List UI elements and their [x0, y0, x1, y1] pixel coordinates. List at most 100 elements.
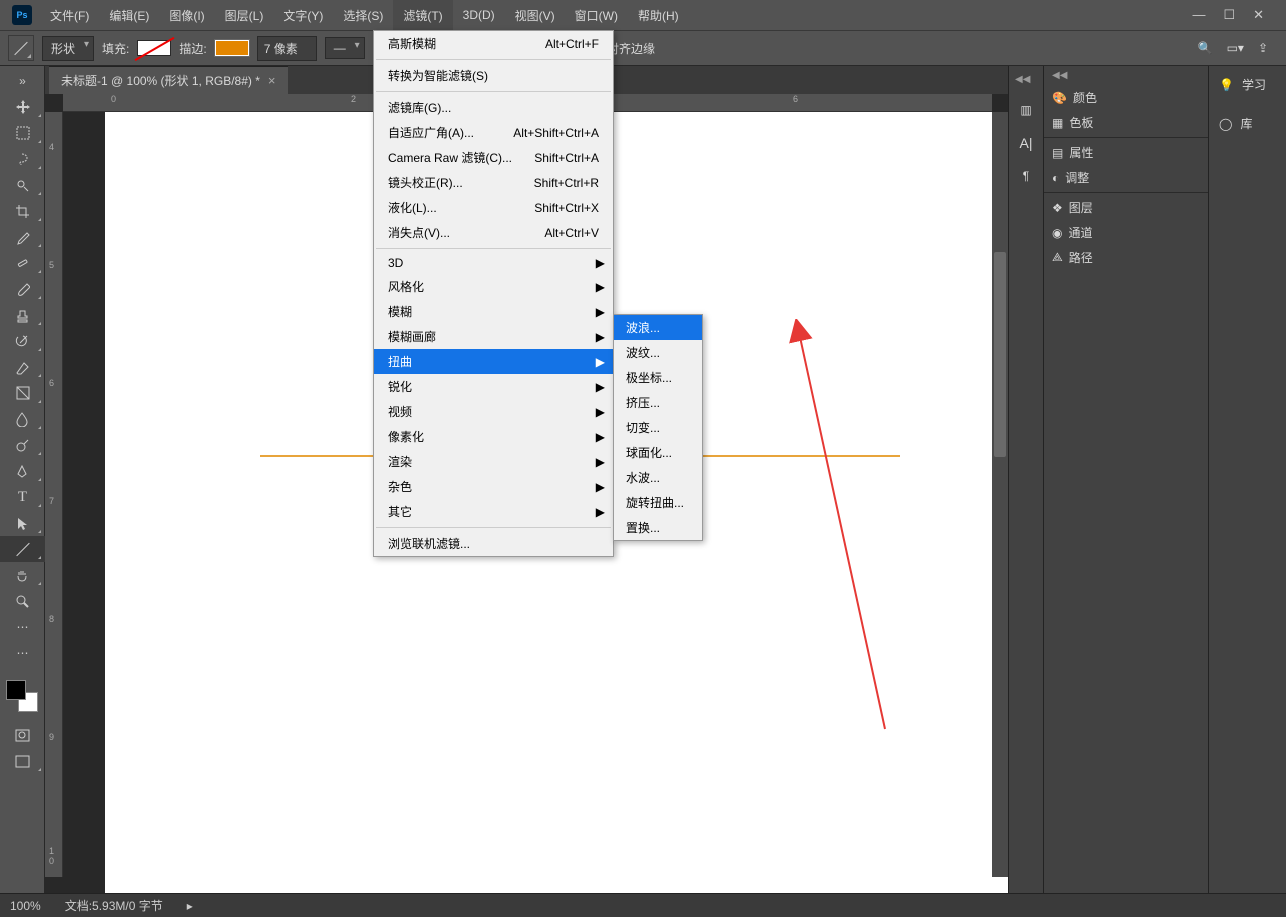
foreground-color[interactable] [6, 680, 26, 700]
brush-tool[interactable] [0, 276, 45, 302]
menu-help[interactable]: 帮助(H) [628, 0, 689, 30]
menu-3d[interactable]: 3D▶ [374, 252, 613, 274]
submenu-shear[interactable]: 切变... [614, 415, 702, 440]
paragraph-panel-icon[interactable]: ¶ [1023, 169, 1029, 183]
panel-paths[interactable]: ⟁路径 [1044, 245, 1208, 270]
menu-vanishing-point[interactable]: 消失点(V)...Alt+Ctrl+V [374, 220, 613, 245]
panel-learn[interactable]: 💡学习 [1209, 70, 1286, 99]
maximize-button[interactable]: ☐ [1223, 7, 1235, 23]
menu-type[interactable]: 文字(Y) [273, 0, 333, 30]
line-tool[interactable] [0, 536, 45, 562]
pen-tool[interactable] [0, 458, 45, 484]
submenu-ripple[interactable]: 波纹... [614, 340, 702, 365]
gradient-tool[interactable] [0, 380, 45, 406]
minimize-button[interactable]: — [1192, 7, 1205, 23]
tool-mode-select[interactable]: 形状 [42, 36, 94, 61]
panel-libraries[interactable]: ◯库 [1209, 109, 1286, 138]
menu-image[interactable]: 图像(I) [159, 0, 214, 30]
edit-toolbar-icon[interactable]: ⋯ [0, 640, 45, 666]
menu-convert-smart[interactable]: 转换为智能滤镜(S) [374, 63, 613, 88]
menu-render[interactable]: 渲染▶ [374, 449, 613, 474]
scrollbar-thumb[interactable] [994, 252, 1006, 457]
menu-video[interactable]: 视频▶ [374, 399, 613, 424]
menu-adaptive-wide[interactable]: 自适应广角(A)...Alt+Shift+Ctrl+A [374, 120, 613, 145]
menu-sharpen[interactable]: 锐化▶ [374, 374, 613, 399]
dodge-tool[interactable] [0, 432, 45, 458]
path-select-tool[interactable] [0, 510, 45, 536]
fill-swatch[interactable] [137, 40, 171, 56]
menu-noise[interactable]: 杂色▶ [374, 474, 613, 499]
frame-icon[interactable]: ▭▾ [1227, 41, 1244, 55]
eraser-tool[interactable] [0, 354, 45, 380]
character-panel-icon[interactable]: A| [1020, 135, 1033, 151]
collapse-icon[interactable]: ◀◀ [1044, 66, 1208, 85]
search-icon[interactable]: 🔍 [1198, 41, 1213, 55]
menu-window[interactable]: 窗口(W) [565, 0, 628, 30]
panel-properties[interactable]: ▤属性 [1044, 140, 1208, 165]
menu-browse-online[interactable]: 浏览联机滤镜... [374, 531, 613, 556]
eyedropper-tool[interactable] [0, 224, 45, 250]
zoom-level[interactable]: 100% [10, 899, 41, 913]
crop-tool[interactable] [0, 198, 45, 224]
submenu-pinch[interactable]: 挤压... [614, 390, 702, 415]
expand-tools-icon[interactable]: » [0, 68, 45, 94]
submenu-twirl[interactable]: 旋转扭曲... [614, 490, 702, 515]
submenu-wave[interactable]: 波浪... [614, 315, 702, 340]
quick-select-tool[interactable] [0, 172, 45, 198]
blur-tool[interactable] [0, 406, 45, 432]
submenu-displace[interactable]: 置换... [614, 515, 702, 540]
menu-lens-correction[interactable]: 镜头校正(R)...Shift+Ctrl+R [374, 170, 613, 195]
panel-adjustments[interactable]: ◐调整 [1044, 165, 1208, 190]
submenu-zigzag[interactable]: 水波... [614, 465, 702, 490]
menu-distort[interactable]: 扭曲▶ [374, 349, 613, 374]
stroke-swatch[interactable] [215, 40, 249, 56]
stroke-style-select[interactable]: — [325, 37, 365, 59]
menu-view[interactable]: 视图(V) [505, 0, 565, 30]
share-icon[interactable]: ⇪ [1258, 41, 1268, 55]
panel-icon[interactable]: ▥ [1020, 103, 1031, 117]
type-tool[interactable]: T [0, 484, 45, 510]
menu-filter-gallery[interactable]: 滤镜库(G)... [374, 95, 613, 120]
marquee-tool[interactable] [0, 120, 45, 146]
color-swatches[interactable] [6, 680, 38, 712]
submenu-polar[interactable]: 极坐标... [614, 365, 702, 390]
collapse-icon[interactable]: ◀◀ [1009, 74, 1030, 85]
menu-edit[interactable]: 编辑(E) [99, 0, 159, 30]
document-tab[interactable]: 未标题-1 @ 100% (形状 1, RGB/8#) * × [49, 66, 288, 94]
stroke-width-input[interactable]: 7 像素 [257, 36, 317, 61]
quickmask-icon[interactable] [0, 722, 45, 748]
scrollbar-vertical[interactable] [992, 112, 1008, 877]
history-brush-tool[interactable] [0, 328, 45, 354]
menu-stylize[interactable]: 风格化▶ [374, 274, 613, 299]
move-tool[interactable] [0, 94, 45, 120]
menu-blur-gallery[interactable]: 模糊画廊▶ [374, 324, 613, 349]
lasso-tool[interactable] [0, 146, 45, 172]
status-dropdown-icon[interactable]: ▸ [187, 899, 193, 913]
stamp-tool[interactable] [0, 302, 45, 328]
close-tab-icon[interactable]: × [268, 73, 276, 88]
menu-3d[interactable]: 3D(D) [453, 0, 505, 30]
panel-swatches[interactable]: ▦色板 [1044, 110, 1208, 135]
screenmode-icon[interactable] [0, 748, 45, 774]
tools-more-icon[interactable]: ⋯ [0, 614, 45, 640]
menu-liquify[interactable]: 液化(L)...Shift+Ctrl+X [374, 195, 613, 220]
ruler-vertical[interactable]: 4 5 6 7 8 9 1 0 [45, 112, 63, 877]
submenu-spherize[interactable]: 球面化... [614, 440, 702, 465]
doc-info[interactable]: 文档:5.93M/0 字节 [65, 897, 163, 914]
tool-preset-picker[interactable] [8, 35, 34, 61]
menu-filter[interactable]: 滤镜(T) [393, 0, 452, 30]
hand-tool[interactable] [0, 562, 45, 588]
close-button[interactable]: ✕ [1253, 7, 1264, 23]
healing-tool[interactable] [0, 250, 45, 276]
menu-file[interactable]: 文件(F) [40, 0, 99, 30]
zoom-tool[interactable] [0, 588, 45, 614]
menu-select[interactable]: 选择(S) [333, 0, 393, 30]
menu-blur[interactable]: 模糊▶ [374, 299, 613, 324]
menu-last-filter[interactable]: 高斯模糊 Alt+Ctrl+F [374, 31, 613, 56]
menu-camera-raw[interactable]: Camera Raw 滤镜(C)...Shift+Ctrl+A [374, 145, 613, 170]
panel-color[interactable]: 🎨颜色 [1044, 85, 1208, 110]
menu-other[interactable]: 其它▶ [374, 499, 613, 524]
panel-channels[interactable]: ◉通道 [1044, 220, 1208, 245]
menu-pixelate[interactable]: 像素化▶ [374, 424, 613, 449]
menu-layer[interactable]: 图层(L) [215, 0, 274, 30]
